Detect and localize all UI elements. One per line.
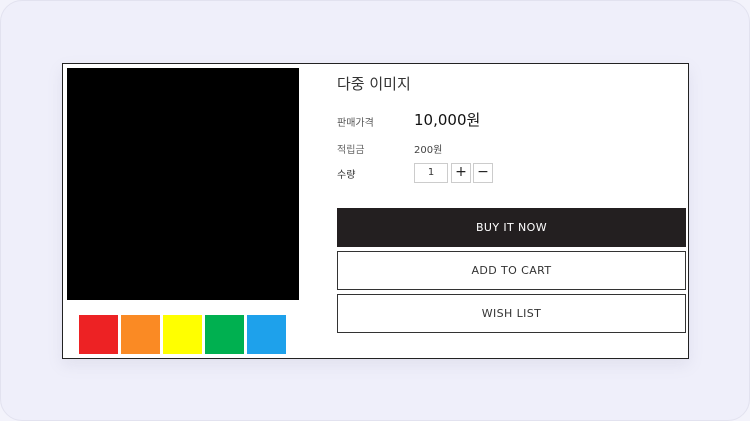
thumbnail-blue[interactable] xyxy=(247,315,286,354)
add-to-cart-button[interactable]: ADD TO CART xyxy=(337,251,686,290)
wish-list-button[interactable]: WISH LIST xyxy=(337,294,686,333)
points-value: 200원 xyxy=(414,145,443,156)
price-value: 10,000원 xyxy=(414,111,481,129)
quantity-label: 수량 xyxy=(337,170,356,181)
product-card: 다중 이미지 판매가격 10,000원 적립금 200원 수량 1 + − BU… xyxy=(62,63,689,359)
quantity-increase-button[interactable]: + xyxy=(451,163,471,183)
points-label: 적립금 xyxy=(337,145,365,156)
quantity-decrease-button[interactable]: − xyxy=(473,163,493,183)
thumbnail-yellow[interactable] xyxy=(163,315,202,354)
buy-it-now-button[interactable]: BUY IT NOW xyxy=(337,208,686,247)
thumbnail-red[interactable] xyxy=(79,315,118,354)
thumbnail-strip xyxy=(79,315,286,354)
price-label: 판매가격 xyxy=(337,118,374,129)
product-main-image[interactable] xyxy=(67,68,299,300)
product-title: 다중 이미지 xyxy=(337,75,411,93)
page-background: 다중 이미지 판매가격 10,000원 적립금 200원 수량 1 + − BU… xyxy=(0,0,750,421)
thumbnail-orange[interactable] xyxy=(121,315,160,354)
product-info: 다중 이미지 판매가격 10,000원 적립금 200원 수량 1 + − BU… xyxy=(337,64,686,358)
quantity-input[interactable]: 1 xyxy=(414,163,448,183)
thumbnail-green[interactable] xyxy=(205,315,244,354)
